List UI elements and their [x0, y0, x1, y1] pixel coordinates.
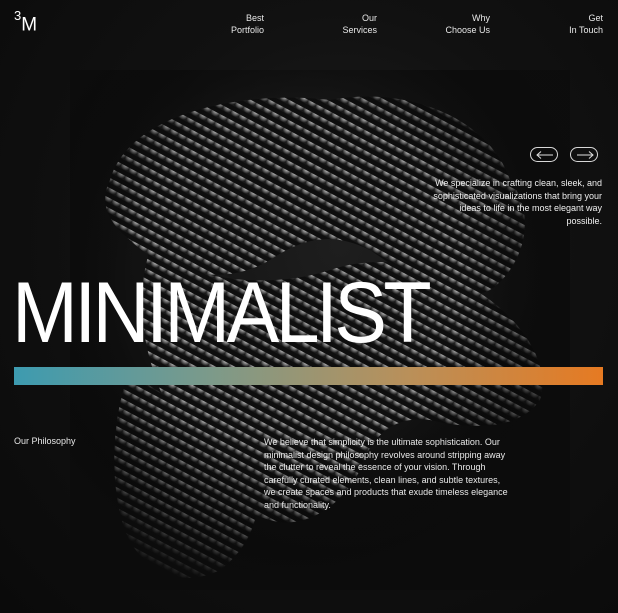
main-nav: Best Portfolio Our Services Why Choose U… [0, 12, 618, 42]
arrow-right-icon [577, 151, 594, 159]
carousel-controls [530, 147, 602, 163]
nav-item-best-portfolio[interactable]: Best Portfolio [231, 12, 264, 36]
hero-intro-text: We specialize in crafting clean, sleek, … [433, 178, 602, 226]
nav-item-our-services[interactable]: Our Services [342, 12, 377, 36]
arrow-left-icon [536, 151, 553, 159]
philosophy-text: We believe that simplicity is the ultima… [264, 437, 508, 510]
gradient-bar [14, 367, 603, 385]
next-button[interactable] [570, 147, 598, 162]
hero-headline: MINIMALIST [12, 265, 432, 361]
philosophy-label: Our Philosophy [14, 436, 76, 446]
nav-item-get-in-touch[interactable]: Get In Touch [569, 12, 603, 36]
nav-item-why-choose-us[interactable]: Why Choose Us [445, 12, 490, 36]
prev-button[interactable] [530, 147, 558, 162]
page: 3M Best Portfolio Our Services Why Choos… [0, 0, 618, 613]
